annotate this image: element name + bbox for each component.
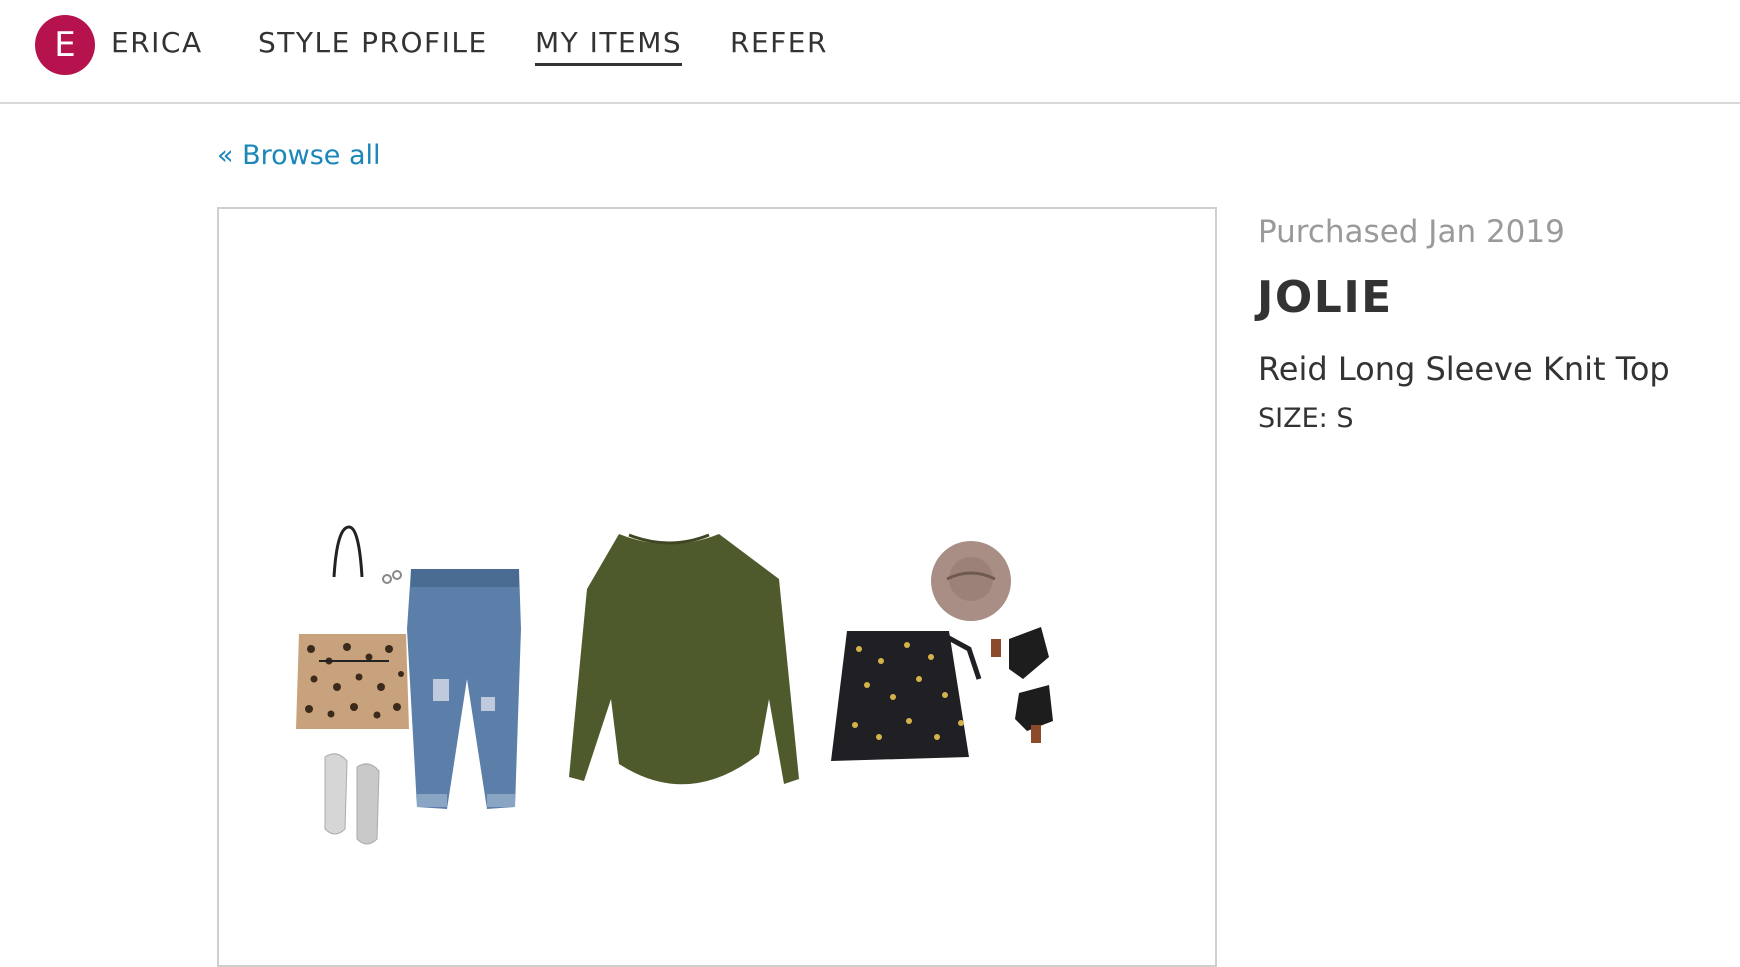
nav-refer[interactable]: REFER (730, 26, 828, 59)
felt-hat-image (931, 541, 1011, 621)
purchase-date: Purchased Jan 2019 (1258, 214, 1565, 250)
olive-knit-top-image (569, 533, 799, 785)
nav-style-profile[interactable]: STYLE PROFILE (258, 26, 488, 59)
product-name: Reid Long Sleeve Knit Top (1258, 350, 1670, 388)
leopard-tote-bag-image (296, 525, 409, 729)
distressed-jeans-image (407, 569, 521, 809)
nav-my-items[interactable]: MY ITEMS (535, 26, 683, 66)
hoop-earrings-image (382, 570, 402, 584)
top-nav: E ERICA STYLE PROFILE MY ITEMS REFER (0, 0, 1740, 104)
product-brand: JOLIE (1257, 272, 1393, 323)
printed-wrap-skirt-image (831, 631, 982, 761)
product-size: SIZE: S (1258, 403, 1354, 434)
browse-all-link[interactable]: « Browse all (217, 140, 381, 171)
nav-user-name[interactable]: ERICA (111, 26, 203, 59)
product-image-frame (217, 207, 1217, 967)
outfit-product-image (296, 525, 1053, 845)
user-avatar[interactable]: E (35, 15, 95, 75)
ankle-boots-image (991, 627, 1053, 743)
slip-on-sneakers-image (324, 753, 380, 845)
